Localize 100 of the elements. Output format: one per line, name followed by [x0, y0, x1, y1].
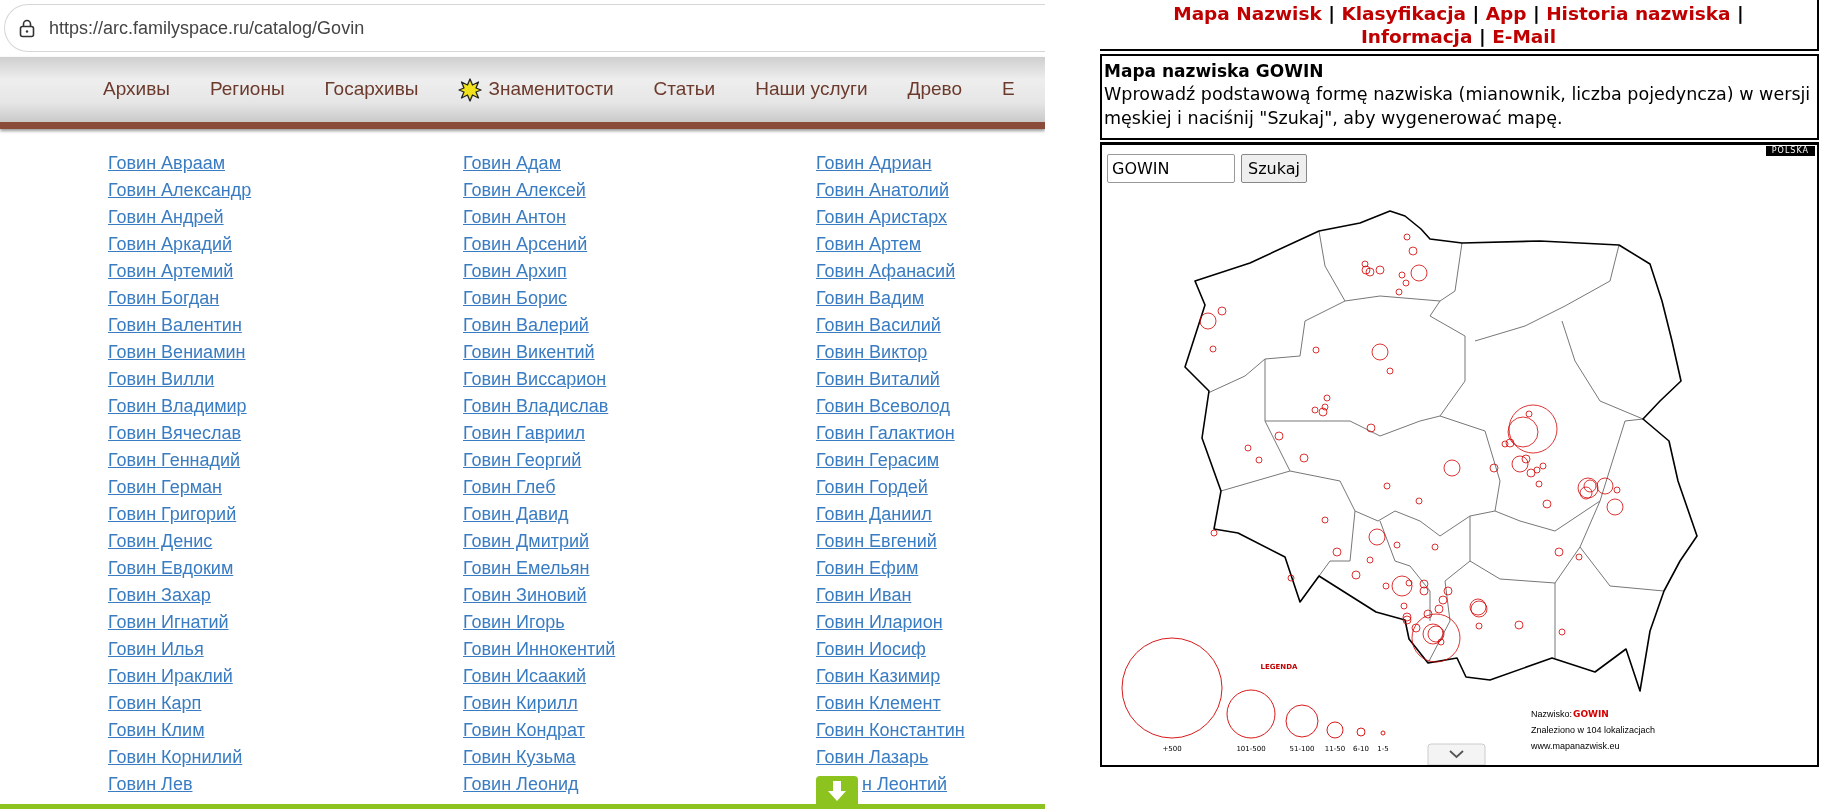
name-link[interactable]: Говин Гордей	[816, 474, 928, 501]
starburst-icon	[458, 77, 483, 102]
menu-link[interactable]: App	[1485, 3, 1527, 24]
name-link[interactable]: Говин Андрей	[108, 204, 224, 231]
name-link[interactable]: Говин Викентий	[463, 339, 595, 366]
name-link[interactable]: Говин Корнилий	[108, 744, 243, 771]
name-link[interactable]: Говин Иларион	[816, 609, 943, 636]
expand-button[interactable]	[1427, 743, 1486, 765]
nav-link[interactable]: Статьи	[653, 75, 716, 104]
name-link[interactable]: Говин Вячеслав	[108, 420, 242, 447]
name-link[interactable]: Говин Дмитрий	[463, 528, 590, 555]
name-link[interactable]: Говин Авраам	[108, 150, 226, 177]
name-link[interactable]: Говин Валентин	[108, 312, 242, 339]
name-link[interactable]: Говин Денис	[108, 528, 213, 555]
name-link[interactable]: Говин Архип	[463, 258, 567, 285]
name-link[interactable]: Говин Артемий	[108, 258, 234, 285]
name-link[interactable]: Говин Илья	[108, 636, 204, 663]
name-link[interactable]: Говин Вениамин	[108, 339, 246, 366]
name-link[interactable]: н Леонтий	[862, 771, 948, 798]
name-link[interactable]: Говин Владимир	[108, 393, 247, 420]
name-link[interactable]: Говин Иннокентий	[463, 636, 616, 663]
name-link[interactable]: Говин Антон	[463, 204, 567, 231]
name-link[interactable]: Говин Василий	[816, 312, 941, 339]
nav-link[interactable]: Госархивы	[324, 75, 419, 104]
name-link[interactable]: Говин Артем	[816, 231, 922, 258]
nav-link[interactable]: Архивы	[103, 75, 170, 104]
name-link[interactable]: Говин Даниил	[816, 501, 932, 528]
name-link[interactable]: Говин Виктор	[816, 339, 928, 366]
name-link[interactable]: Говин Леонид	[463, 771, 579, 798]
name-link[interactable]: Говин Захар	[108, 582, 211, 609]
name-link[interactable]: Говин Евгений	[816, 528, 937, 555]
country-badge: POLSKA	[1765, 146, 1815, 156]
name-link[interactable]: Говин Алексей	[463, 177, 586, 204]
name-link[interactable]: Говин Клемент	[816, 690, 941, 717]
name-link[interactable]: Говин Иван	[816, 582, 912, 609]
name-link[interactable]: Говин Клим	[108, 717, 205, 744]
name-link[interactable]: Говин Арсений	[463, 231, 588, 258]
name-link[interactable]: Говин Карп	[108, 690, 202, 717]
name-link[interactable]: Говин Всеволод	[816, 393, 950, 420]
surname-input[interactable]: GOWIN	[1107, 154, 1235, 183]
name-link[interactable]: Говин Давид	[463, 501, 569, 528]
lock-icon	[19, 18, 35, 38]
result-label: Nazwisko:	[1531, 709, 1572, 719]
download-button[interactable]	[816, 776, 858, 805]
nav-link[interactable]: Наши услуги	[755, 75, 868, 104]
name-link[interactable]: Говин Аристарх	[816, 204, 948, 231]
name-link[interactable]: Говин Исаакий	[463, 663, 587, 690]
legend-circle-icon	[1380, 730, 1386, 736]
menu-link[interactable]: E-Mail	[1492, 26, 1557, 47]
name-link[interactable]: Говин Кирилл	[463, 690, 578, 717]
name-link[interactable]: Говин Герасим	[816, 447, 940, 474]
name-link[interactable]: Говин Вадим	[816, 285, 925, 312]
name-link[interactable]: Говин Казимир	[816, 663, 941, 690]
menu-link[interactable]: Historia nazwiska	[1546, 3, 1731, 24]
name-link[interactable]: Говин Константин	[816, 717, 965, 744]
name-link[interactable]: Говин Григорий	[108, 501, 237, 528]
name-link[interactable]: Говин Емельян	[463, 555, 590, 582]
name-link[interactable]: Говин Зиновий	[463, 582, 587, 609]
name-link[interactable]: Говин Виссарион	[463, 366, 607, 393]
name-link[interactable]: Говин Игорь	[463, 609, 565, 636]
name-link[interactable]: Говин Борис	[463, 285, 567, 312]
name-link[interactable]: Говин Герман	[108, 474, 222, 501]
name-link[interactable]: Говин Иосиф	[816, 636, 926, 663]
nav-link[interactable]: Древо	[907, 75, 962, 104]
separator-text: |	[1472, 3, 1480, 24]
result-surname: GOWIN	[1573, 709, 1609, 719]
search-button[interactable]: Szukaj	[1241, 154, 1307, 183]
name-link[interactable]: Говин Кузьма	[463, 744, 576, 771]
name-link[interactable]: Говин Адам	[463, 150, 561, 177]
name-link[interactable]: Говин Богдан	[108, 285, 220, 312]
menu-link[interactable]: Mapa Nazwisk	[1173, 3, 1322, 24]
name-link[interactable]: Говин Лев	[108, 771, 193, 798]
nav-link[interactable]: Знаменитости	[458, 75, 614, 104]
name-link[interactable]: Говин Ефим	[816, 555, 919, 582]
name-link[interactable]: Говин Аркадий	[108, 231, 233, 258]
name-link[interactable]: Говин Геннадий	[108, 447, 241, 474]
name-link[interactable]: Говин Игнатий	[108, 609, 229, 636]
name-link[interactable]: Говин Гавриил	[463, 420, 586, 447]
name-link[interactable]: Говин Глеб	[463, 474, 556, 501]
name-link[interactable]: Говин Адриан	[816, 150, 932, 177]
legend-circle-icon	[1326, 721, 1344, 739]
name-link[interactable]: Говин Валерий	[463, 312, 589, 339]
name-link[interactable]: Говин Виталий	[816, 366, 940, 393]
menu-link[interactable]: Klasyfikacja	[1341, 3, 1466, 24]
name-link[interactable]: Говин Афанасий	[816, 258, 956, 285]
name-link[interactable]: Говин Вилли	[108, 366, 215, 393]
name-link[interactable]: Говин Кондрат	[463, 717, 585, 744]
name-link[interactable]: Говин Александр	[108, 177, 252, 204]
name-link[interactable]: Говин Евдоким	[108, 555, 234, 582]
name-link[interactable]: Говин Галактион	[816, 420, 955, 447]
nav-link[interactable]: Регионы	[209, 75, 285, 104]
name-link[interactable]: Говин Анатолий	[816, 177, 949, 204]
name-link[interactable]: Говин Владислав	[463, 393, 609, 420]
name-link[interactable]: Говин Ираклий	[108, 663, 233, 690]
separator-text: |	[1328, 3, 1335, 24]
name-link[interactable]: Говин Лазарь	[816, 744, 929, 771]
nav-link[interactable]: Е	[1001, 75, 1015, 104]
menu-link[interactable]: Informacja	[1360, 26, 1473, 47]
separator-text: |	[1737, 3, 1744, 24]
name-link[interactable]: Говин Георгий	[463, 447, 582, 474]
